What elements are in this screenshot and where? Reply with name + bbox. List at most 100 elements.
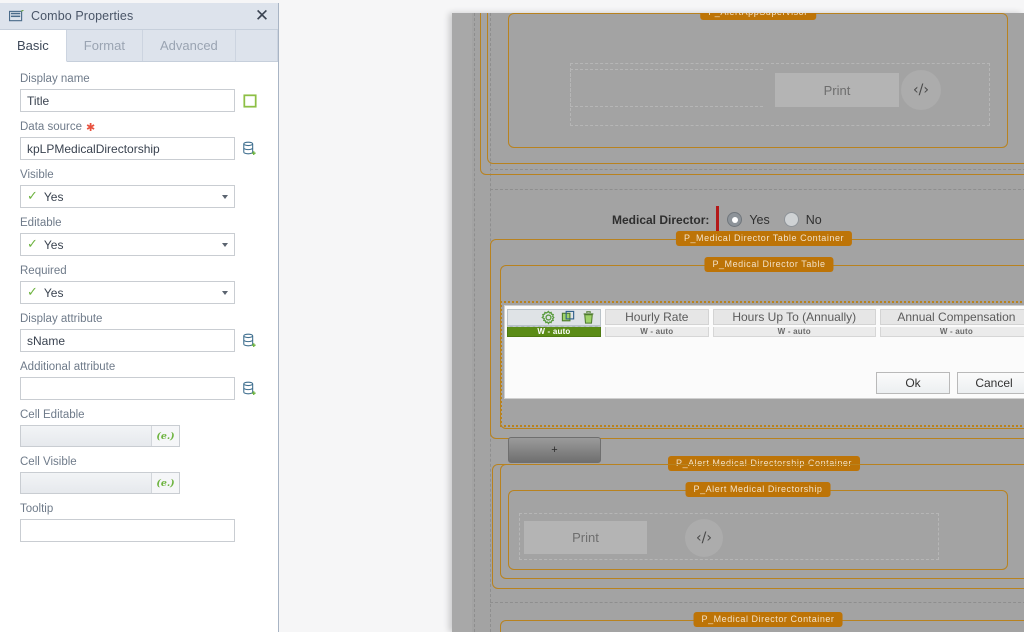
field-label: Visible	[20, 169, 54, 181]
table-column-hours-up-to[interactable]: Hours Up To (Annually) W - auto	[712, 309, 876, 337]
container-label: P_Medical Director Container	[693, 612, 843, 627]
chevron-down-icon[interactable]	[222, 290, 228, 295]
radio-yes[interactable]: Yes	[727, 212, 770, 227]
database-add-icon[interactable]	[242, 380, 258, 398]
table-column-width[interactable]: W - auto	[879, 327, 1024, 337]
radio-no[interactable]: No	[783, 212, 822, 227]
expression-icon[interactable]: (e.)	[151, 426, 179, 446]
field-label: Cell Editable	[20, 409, 85, 421]
field-data-source: Data source ✱	[20, 121, 258, 160]
container-label: P_AlertAppSupervisor	[700, 13, 816, 20]
table-header-cell[interactable]: Annual Compensation	[879, 309, 1024, 325]
display-attribute-input[interactable]	[20, 329, 235, 352]
table-header-cell[interactable]: Hourly Rate	[604, 309, 709, 325]
required-combo[interactable]: ✓ Yes	[20, 281, 235, 304]
radio-no-label: No	[805, 212, 822, 227]
table-header-row: W - auto Hourly Rate W - auto Hours Up T…	[505, 306, 1024, 337]
add-row-button[interactable]: +	[508, 437, 601, 463]
additional-attribute-input[interactable]	[20, 377, 235, 400]
data-source-input[interactable]	[20, 137, 235, 160]
visible-combo[interactable]: ✓ Yes	[20, 185, 235, 208]
code-icon[interactable]: ‹/›	[685, 519, 723, 557]
gear-icon[interactable]	[541, 310, 556, 325]
combo-properties-icon	[9, 9, 24, 23]
table-column-width[interactable]: W - auto	[604, 327, 709, 337]
field-cell-visible: Cell Visible (e.)	[20, 456, 258, 494]
field-row	[20, 89, 258, 112]
tab-basic[interactable]: Basic	[0, 30, 67, 62]
cancel-button[interactable]: Cancel	[957, 372, 1024, 394]
container-label: P_Medical Director Table Container	[675, 231, 853, 246]
container-medical-director-container[interactable]: P_Medical Director Container	[500, 612, 1024, 632]
container-alert-medical-directorship[interactable]: P_Alert Medical Directorship Print ‹/›	[508, 482, 1008, 570]
radio-yes-label: Yes	[749, 212, 770, 227]
table-column-tools[interactable]: W - auto	[507, 309, 601, 337]
container-alert-app-supervisor[interactable]: P_AlertAppSupervisor Print ‹/›	[508, 13, 1008, 148]
field-label: Additional attribute	[20, 361, 116, 373]
ok-button[interactable]: Ok	[876, 372, 950, 394]
field-label: Data source	[20, 121, 83, 133]
cell-visible-input[interactable]: (e.)	[20, 472, 180, 494]
close-icon[interactable]: ✕	[252, 6, 272, 26]
chevron-down-icon[interactable]	[222, 194, 228, 199]
field-row	[20, 519, 258, 542]
medical-director-row: Medical Director: Yes No	[612, 206, 836, 233]
tabstrip-filler	[235, 30, 278, 61]
display-name-input[interactable]	[20, 89, 235, 112]
table-footer: Ok Cancel	[876, 372, 1024, 394]
field-visible: Visible ✓ Yes	[20, 169, 258, 208]
radio-no-dot[interactable]	[783, 212, 799, 227]
required-indicator-bar	[716, 206, 720, 233]
table-column-width[interactable]: W - auto	[507, 327, 601, 337]
check-icon: ✓	[27, 285, 38, 300]
field-label-wrap: Data source ✱	[20, 121, 258, 133]
alert-app-left-cell	[570, 69, 763, 107]
field-label: Required	[20, 265, 67, 277]
tab-advanced[interactable]: Advanced	[142, 30, 236, 61]
visible-combo-value: Yes	[43, 189, 64, 204]
container-label: P_Alert Medical Directorship	[685, 482, 831, 497]
field-label: Tooltip	[20, 503, 54, 515]
table-column-width[interactable]: W - auto	[712, 327, 876, 337]
canvas-divider-1	[490, 169, 1024, 171]
radio-yes-dot[interactable]	[727, 212, 743, 227]
table-header-cell[interactable]: Hours Up To (Annually)	[712, 309, 876, 325]
field-row	[20, 377, 258, 400]
code-icon[interactable]: ‹/›	[901, 70, 941, 110]
field-label: Display name	[20, 73, 90, 85]
canvas-divider-3	[490, 602, 1024, 604]
editable-combo-value: Yes	[43, 237, 64, 252]
designer-canvas[interactable]: P_AlertAppSupervisor Print ‹/› Medical D…	[452, 13, 1024, 632]
print-button[interactable]: Print	[524, 521, 647, 554]
table-column-hourly-rate[interactable]: Hourly Rate W - auto	[604, 309, 709, 337]
field-label: Editable	[20, 217, 62, 229]
table-header-tools-cell[interactable]	[507, 309, 601, 326]
expression-icon[interactable]: (e.)	[151, 473, 179, 493]
editable-combo[interactable]: ✓ Yes	[20, 233, 235, 256]
color-swatch-icon[interactable]	[242, 92, 258, 110]
field-tooltip: Tooltip	[20, 503, 258, 542]
field-row	[20, 137, 258, 160]
duplicate-icon[interactable]	[561, 310, 576, 325]
cell-editable-input[interactable]: (e.)	[20, 425, 180, 447]
print-button[interactable]: Print	[775, 73, 899, 107]
chevron-down-icon[interactable]	[222, 242, 228, 247]
table-column-annual-compensation[interactable]: Annual Compensation W - auto	[879, 309, 1024, 337]
tooltip-input[interactable]	[20, 519, 235, 542]
field-display-name: Display name	[20, 73, 258, 112]
medical-director-label: Medical Director:	[612, 212, 710, 227]
database-add-icon[interactable]	[242, 332, 258, 350]
table-widget[interactable]: W - auto Hourly Rate W - auto Hours Up T…	[504, 305, 1024, 399]
combo-properties-panel[interactable]: Combo Properties ✕ Basic Format Advanced…	[0, 3, 279, 632]
database-add-icon[interactable]	[242, 140, 258, 158]
field-label: Cell Visible	[20, 456, 77, 468]
field-editable: Editable ✓ Yes	[20, 217, 258, 256]
panel-tabstrip[interactable]: Basic Format Advanced	[0, 30, 278, 62]
field-required: Required ✓ Yes	[20, 265, 258, 304]
field-display-attribute: Display attribute	[20, 313, 258, 352]
tab-format[interactable]: Format	[66, 30, 143, 61]
trash-icon[interactable]	[581, 310, 596, 325]
check-icon: ✓	[27, 237, 38, 252]
container-label: P_Medical Director Table	[704, 257, 834, 272]
field-cell-editable: Cell Editable (e.)	[20, 409, 258, 447]
